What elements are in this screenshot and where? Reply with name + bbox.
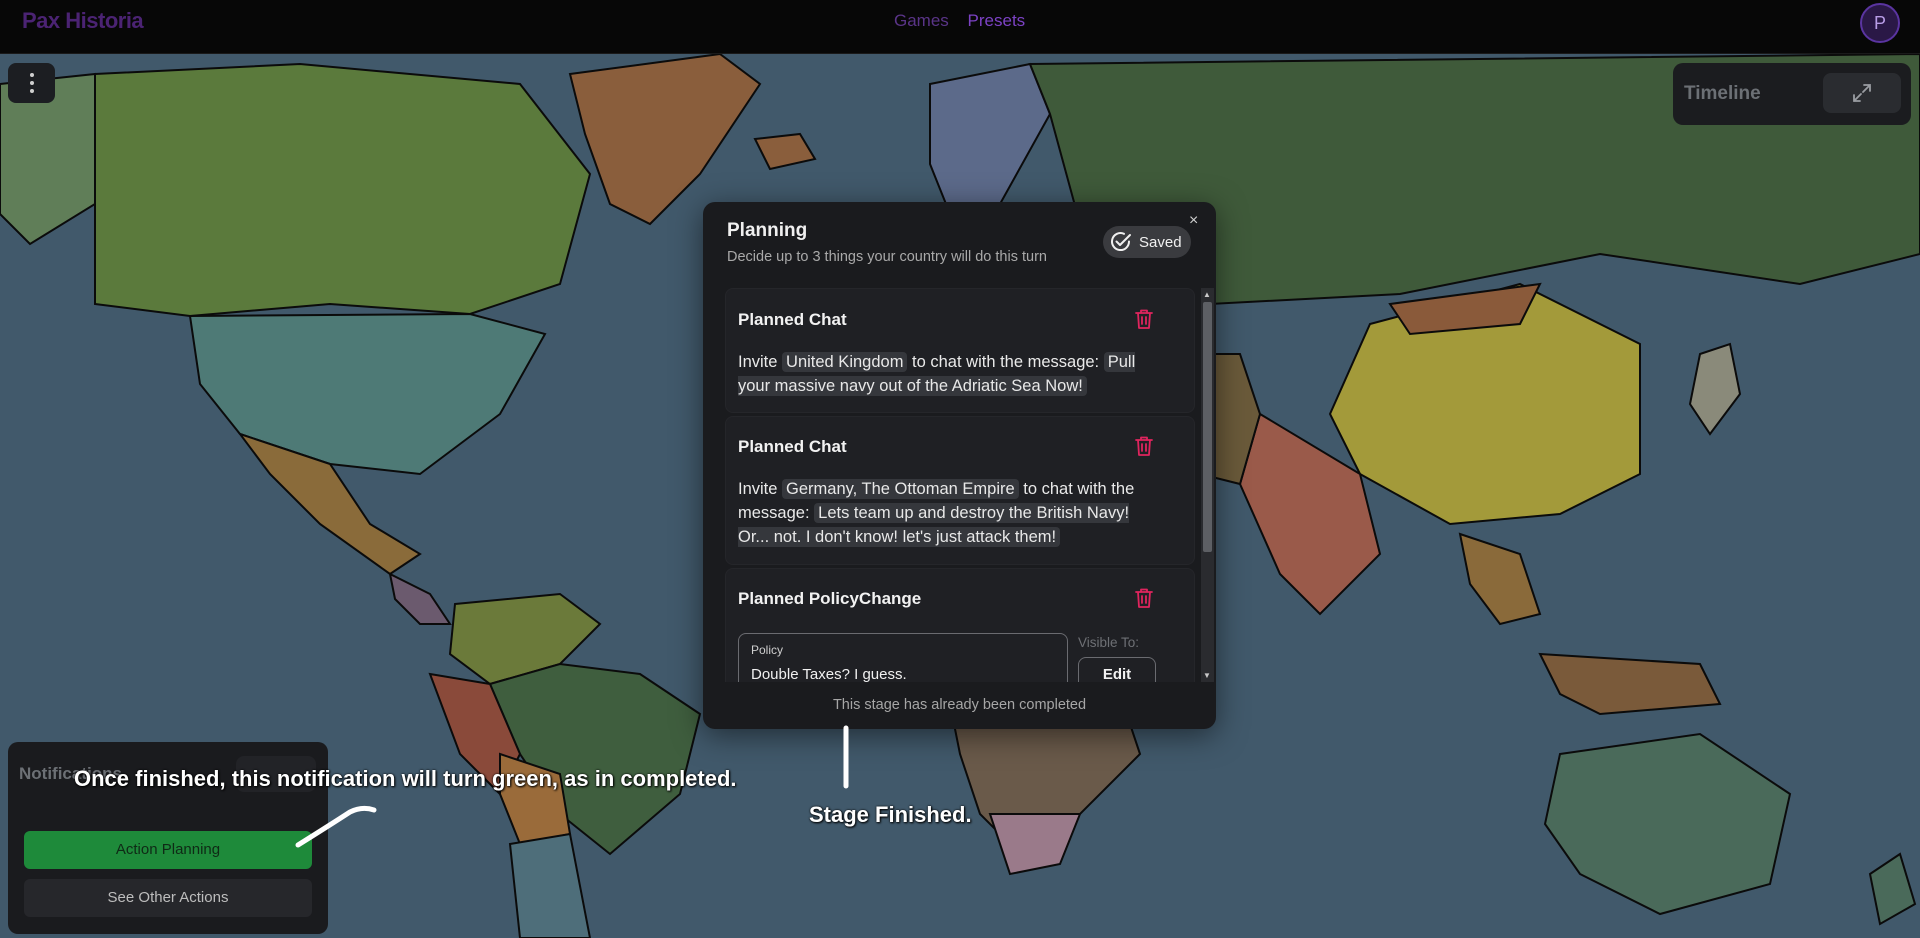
- card-body: Invite Germany, The Ottoman Empire to ch…: [738, 477, 1158, 549]
- edit-visibility-button[interactable]: Edit: [1078, 657, 1156, 682]
- kebab-dot-icon: [29, 89, 34, 93]
- action-planning-button[interactable]: Action Planning: [24, 831, 312, 869]
- planned-action-card: Planned Chat Invite Germany, The Ottoman…: [725, 416, 1195, 565]
- saved-status-button[interactable]: Saved: [1103, 226, 1191, 258]
- scrollbar-thumb[interactable]: [1203, 302, 1212, 552]
- timeline-expand-button[interactable]: [1823, 73, 1901, 113]
- scroll-up-icon[interactable]: ▲: [1203, 290, 1211, 299]
- trash-icon[interactable]: [1133, 586, 1155, 610]
- annotation-notification-note: Once finished, this notification will tu…: [74, 766, 737, 791]
- see-other-actions-button[interactable]: See Other Actions: [24, 879, 312, 917]
- modal-subtitle: Decide up to 3 things your country will …: [727, 249, 1047, 265]
- planned-action-card: Planned PolicyChange Policy Double Taxes…: [725, 568, 1195, 682]
- map-menu-button[interactable]: [8, 63, 55, 103]
- invitee-chip: United Kingdom: [782, 352, 908, 372]
- app-logo[interactable]: Pax Historia: [22, 8, 144, 34]
- invitee-chip: Germany, The Ottoman Empire: [782, 479, 1019, 499]
- list-scrollbar[interactable]: ▲ ▼: [1201, 288, 1214, 682]
- invite-prefix: Invite: [738, 480, 778, 498]
- message-connector: to chat with the message:: [912, 353, 1100, 371]
- card-title: Planned Chat: [738, 437, 847, 456]
- planning-modal: Planning Decide up to 3 things your coun…: [703, 202, 1216, 729]
- stage-completed-notice: This stage has already been completed: [832, 697, 1087, 713]
- kebab-dot-icon: [29, 73, 34, 77]
- card-title: Planned Chat: [738, 310, 847, 329]
- planned-actions-list[interactable]: Planned Chat Invite United Kingdom to ch…: [725, 288, 1195, 682]
- timeline-panel: Timeline: [1673, 63, 1911, 125]
- invite-prefix: Invite: [738, 353, 778, 371]
- visible-to-label: Visible To:: [1078, 635, 1140, 650]
- region-canada: [94, 62, 592, 318]
- policy-field-label: Policy: [751, 643, 784, 657]
- nav-games-link[interactable]: Games: [894, 11, 949, 30]
- user-avatar[interactable]: P: [1860, 3, 1900, 43]
- trash-icon[interactable]: [1133, 434, 1155, 458]
- close-icon[interactable]: ×: [1189, 212, 1198, 230]
- planned-action-card: Planned Chat Invite United Kingdom to ch…: [725, 288, 1195, 413]
- card-body: Invite United Kingdom to chat with the m…: [738, 350, 1158, 398]
- trash-icon[interactable]: [1133, 307, 1155, 331]
- timeline-label: Timeline: [1684, 83, 1761, 104]
- top-bar: Pax Historia Games Presets P: [0, 0, 1920, 54]
- expand-icon: [1853, 84, 1871, 102]
- kebab-dot-icon: [29, 81, 34, 85]
- saved-label: Saved: [1139, 233, 1182, 251]
- main-nav: Games Presets: [894, 11, 1039, 31]
- annotation-stage-note: Stage Finished.: [809, 802, 972, 827]
- card-title: Planned PolicyChange: [738, 589, 922, 608]
- modal-title: Planning: [727, 220, 808, 241]
- nav-presets-link[interactable]: Presets: [968, 11, 1026, 30]
- policy-field-value: Double Taxes? I guess.: [751, 666, 907, 682]
- policy-field[interactable]: Policy Double Taxes? I guess.: [738, 633, 1068, 682]
- check-circle-icon: [1111, 232, 1131, 251]
- scroll-down-icon[interactable]: ▼: [1203, 671, 1211, 680]
